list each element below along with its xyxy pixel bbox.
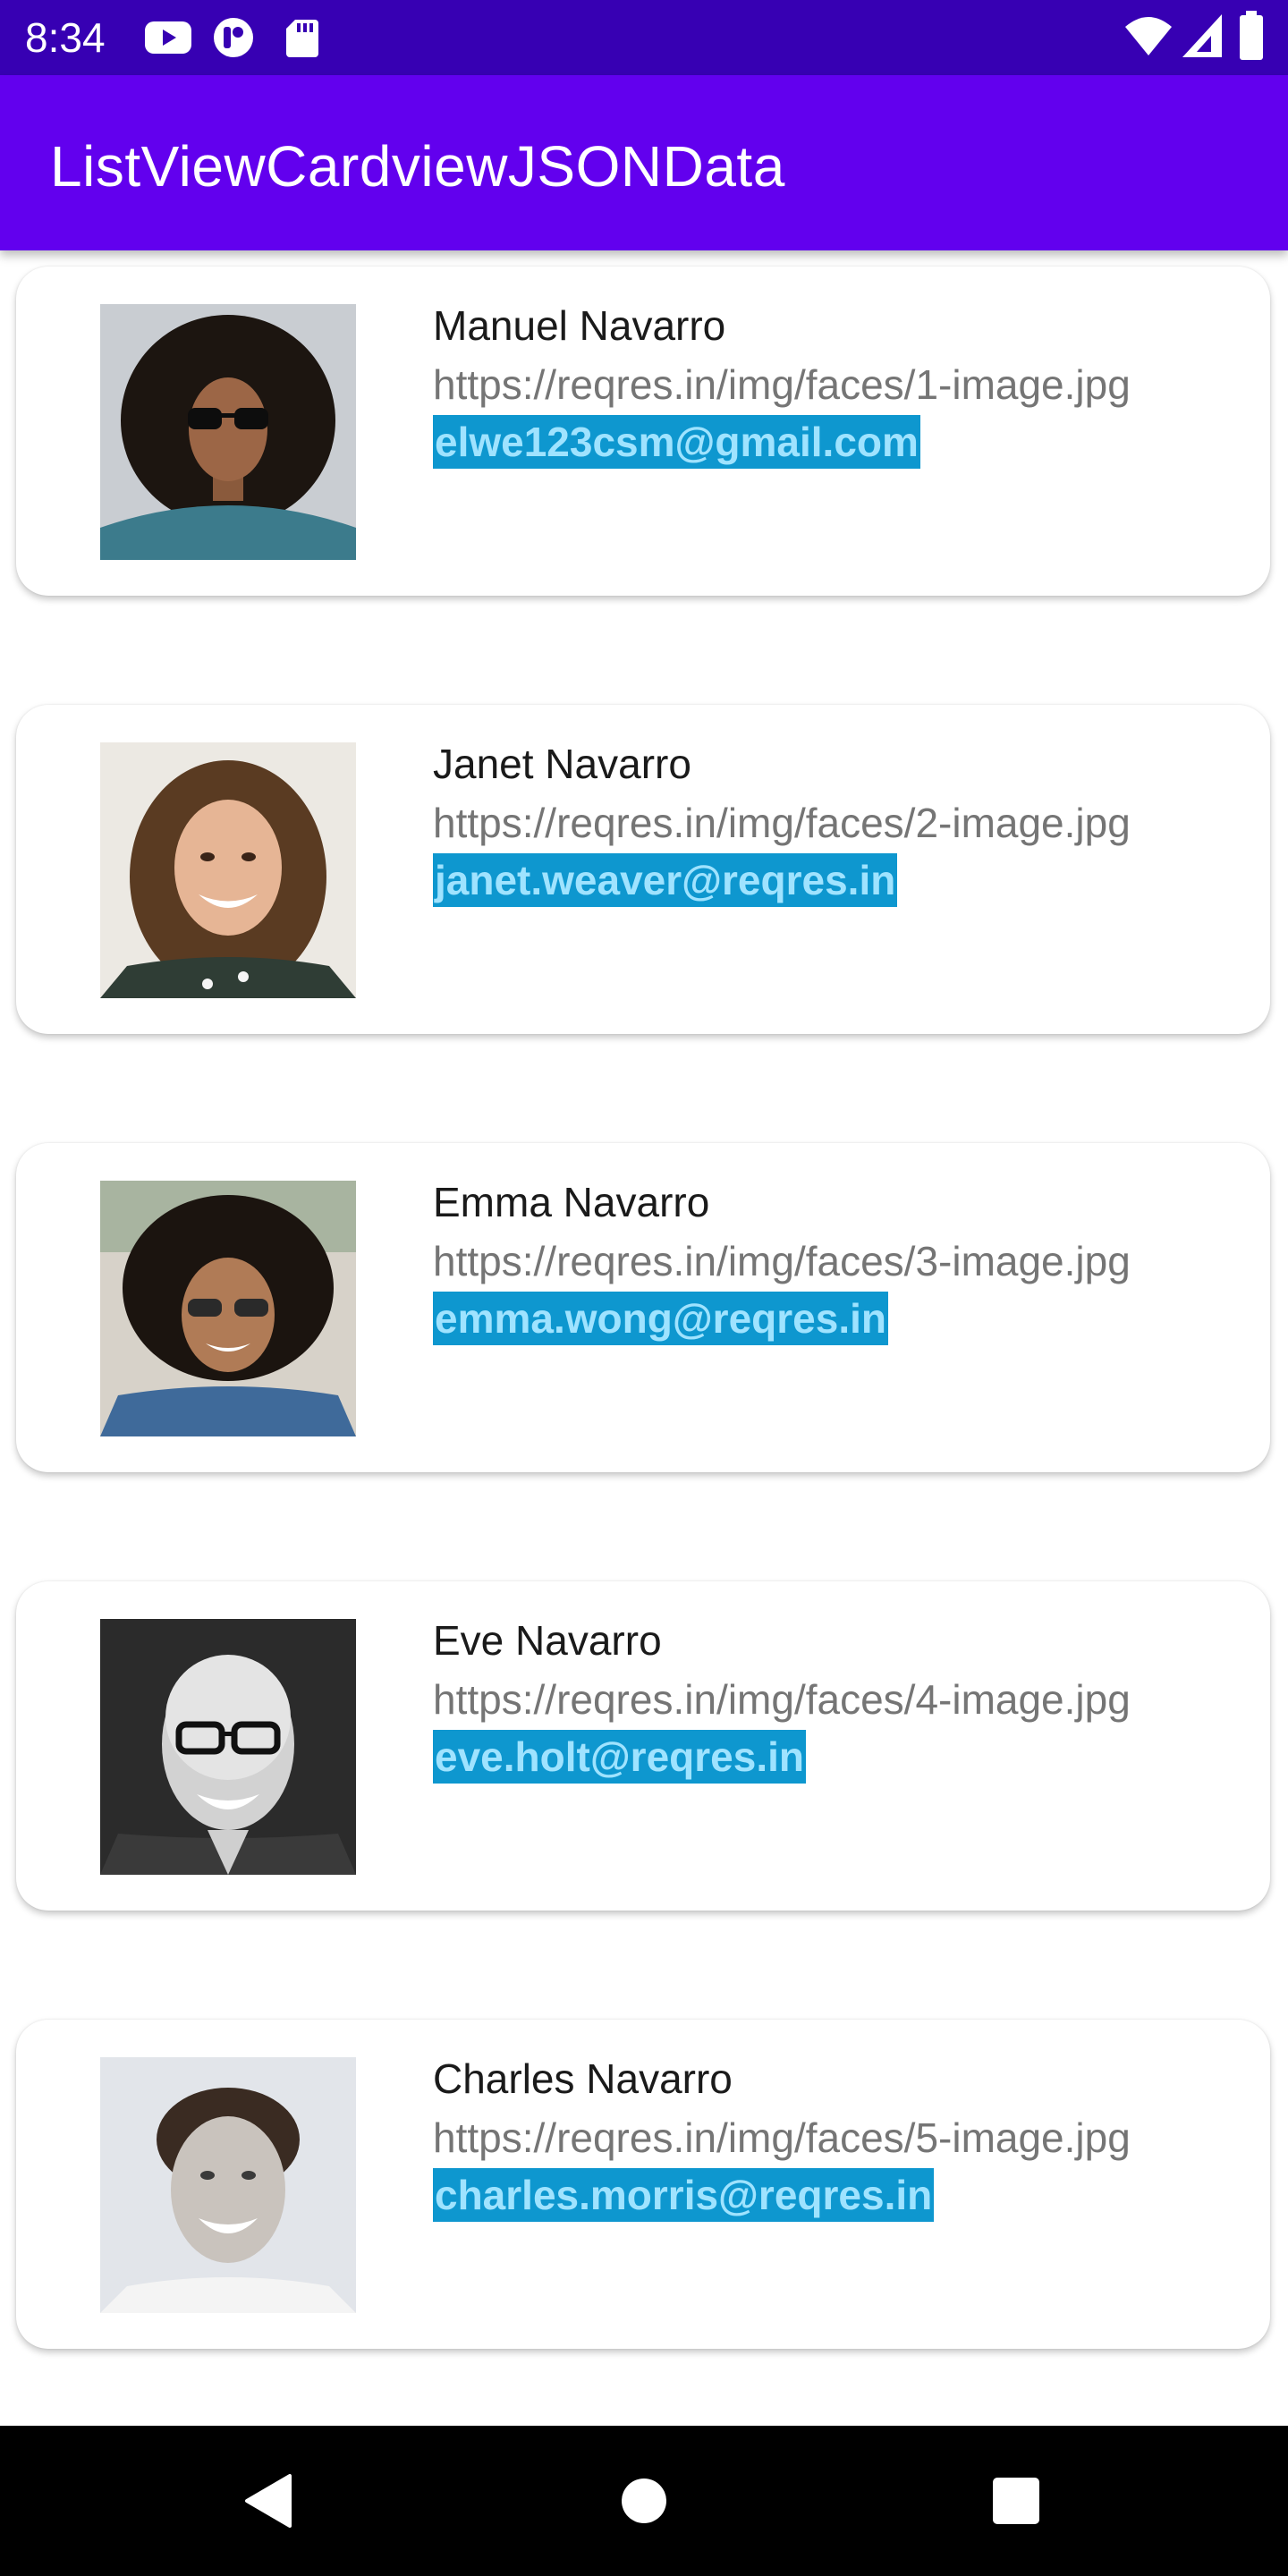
user-avatar-photo xyxy=(100,304,356,560)
user-card[interactable]: Emma Navarro https://reqres.in/img/faces… xyxy=(16,1143,1270,1472)
status-bar: 8:34 xyxy=(0,0,1288,75)
app-screen: 8:34 ListViewCardviewJSONData Manuel Nav… xyxy=(0,0,1288,2576)
user-avatar-photo xyxy=(100,742,356,998)
user-image-url: https://reqres.in/img/faces/1-image.jpg xyxy=(433,361,1131,408)
user-avatar-photo xyxy=(100,1619,356,1875)
user-avatar-photo xyxy=(100,2057,356,2313)
user-name: Emma Navarro xyxy=(433,1179,710,1225)
user-name: Manuel Navarro xyxy=(433,302,726,349)
sd-card-icon xyxy=(284,16,320,59)
app-notification-icon xyxy=(211,16,256,59)
user-avatar-photo xyxy=(100,1181,356,1436)
back-icon[interactable] xyxy=(234,2465,306,2537)
app-bar: ListViewCardviewJSONData xyxy=(0,75,1288,250)
user-list[interactable]: Manuel Navarro https://reqres.in/img/fac… xyxy=(0,250,1288,2426)
user-email[interactable]: charles.morris@reqres.in xyxy=(433,2168,935,2222)
user-name: Charles Navarro xyxy=(433,2055,733,2102)
user-image-url: https://reqres.in/img/faces/5-image.jpg xyxy=(433,2114,1131,2161)
home-icon[interactable] xyxy=(608,2465,680,2537)
user-email[interactable]: elwe123csm@gmail.com xyxy=(433,415,920,469)
user-email[interactable]: eve.holt@reqres.in xyxy=(433,1730,806,1784)
user-email[interactable]: janet.weaver@reqres.in xyxy=(433,853,898,907)
user-card[interactable]: Eve Navarro https://reqres.in/img/faces/… xyxy=(16,1581,1270,1911)
user-name: Eve Navarro xyxy=(433,1617,662,1664)
status-time: 8:34 xyxy=(25,14,106,61)
user-name: Janet Navarro xyxy=(433,741,691,787)
wifi-icon xyxy=(1123,13,1174,55)
user-email[interactable]: emma.wong@reqres.in xyxy=(433,1292,888,1345)
battery-icon xyxy=(1238,11,1265,60)
system-nav-bar xyxy=(0,2426,1288,2576)
app-title: ListViewCardviewJSONData xyxy=(50,134,785,199)
user-image-url: https://reqres.in/img/faces/3-image.jpg xyxy=(433,1238,1131,1284)
cell-signal-icon xyxy=(1181,13,1224,57)
recents-icon[interactable] xyxy=(980,2465,1052,2537)
user-card[interactable]: Manuel Navarro https://reqres.in/img/fac… xyxy=(16,267,1270,596)
user-card[interactable]: Janet Navarro https://reqres.in/img/face… xyxy=(16,705,1270,1034)
youtube-icon xyxy=(143,16,193,59)
user-image-url: https://reqres.in/img/faces/2-image.jpg xyxy=(433,800,1131,846)
user-card[interactable]: Charles Navarro https://reqres.in/img/fa… xyxy=(16,2020,1270,2349)
user-image-url: https://reqres.in/img/faces/4-image.jpg xyxy=(433,1676,1131,1723)
